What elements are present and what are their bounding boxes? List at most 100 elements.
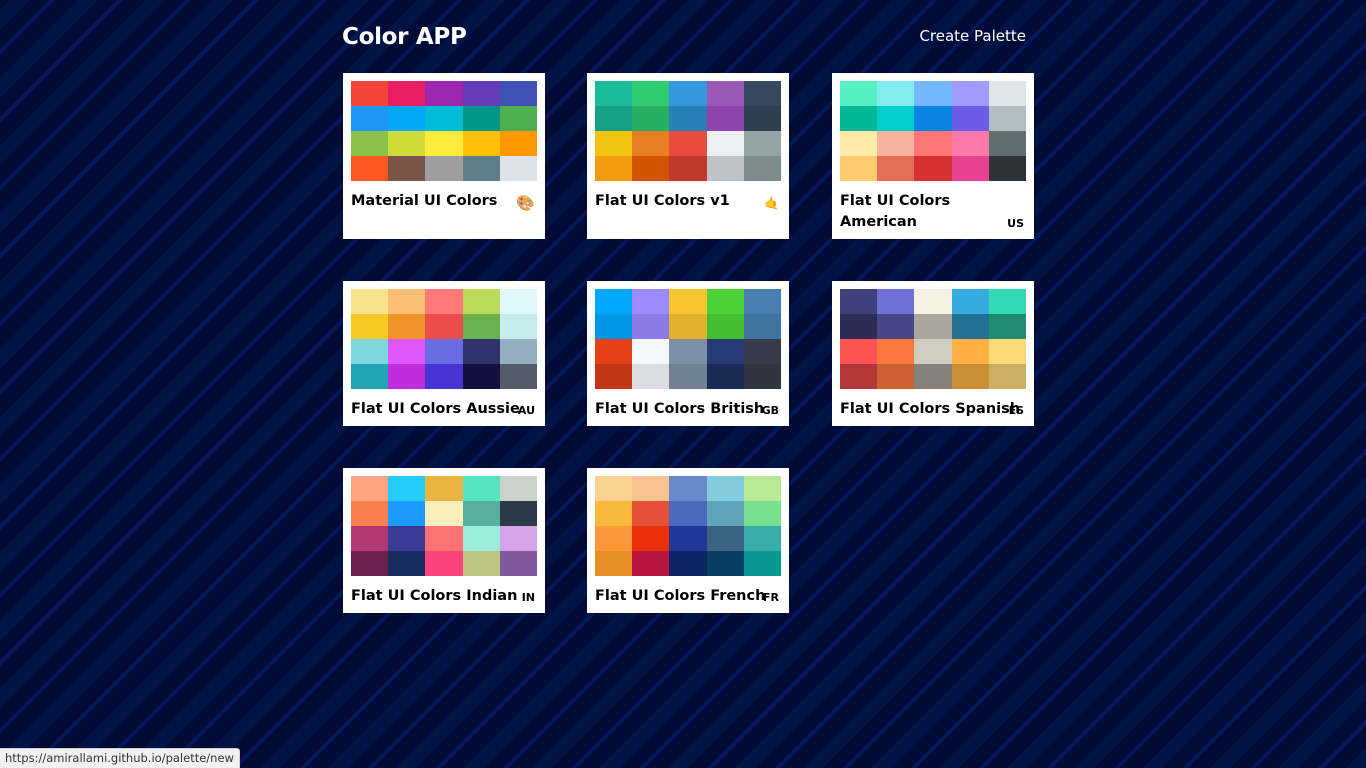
- color-swatch: [388, 339, 426, 364]
- color-swatch: [351, 289, 389, 314]
- color-swatch: [669, 156, 707, 181]
- color-swatch: [840, 364, 878, 389]
- color-swatch: [877, 131, 915, 156]
- color-swatch: [877, 364, 915, 389]
- color-swatch: [499, 81, 537, 106]
- color-swatch: [706, 364, 744, 389]
- color-swatch: [914, 81, 952, 106]
- color-swatch: [988, 156, 1026, 181]
- color-swatch: [499, 526, 537, 551]
- color-swatch: [706, 314, 744, 339]
- color-swatch: [951, 81, 989, 106]
- color-swatch: [595, 156, 633, 181]
- palette-emoji-icon: GB: [761, 404, 779, 417]
- palette-swatches: [595, 289, 781, 389]
- color-swatch: [743, 364, 781, 389]
- palette-card-material-ui[interactable]: Material UI Colors 🎨: [343, 73, 545, 239]
- color-swatch: [951, 289, 989, 314]
- color-swatch: [388, 551, 426, 576]
- palette-name: Flat UI Colors British: [595, 401, 765, 417]
- color-swatch: [840, 106, 878, 131]
- color-swatch: [388, 106, 426, 131]
- palette-emoji-icon: 🤙: [764, 196, 779, 210]
- color-swatch: [877, 289, 915, 314]
- color-swatch: [669, 289, 707, 314]
- color-swatch: [706, 131, 744, 156]
- color-swatch: [351, 131, 389, 156]
- color-swatch: [425, 106, 463, 131]
- palette-swatches: [351, 289, 537, 389]
- color-swatch: [988, 81, 1026, 106]
- color-swatch: [425, 156, 463, 181]
- color-swatch: [595, 81, 633, 106]
- color-swatch: [388, 81, 426, 106]
- color-swatch: [743, 476, 781, 501]
- color-swatch: [988, 106, 1026, 131]
- palette-card-footer: Flat UI Colors American US: [840, 191, 1026, 233]
- color-swatch: [595, 364, 633, 389]
- color-swatch: [462, 551, 500, 576]
- color-swatch: [877, 339, 915, 364]
- color-swatch: [388, 526, 426, 551]
- palette-name: Flat UI Colors Indian: [351, 588, 518, 604]
- color-swatch: [706, 81, 744, 106]
- color-swatch: [632, 156, 670, 181]
- palette-name: Flat UI Colors Aussie: [351, 401, 520, 417]
- palette-swatches: [595, 81, 781, 181]
- color-swatch: [388, 289, 426, 314]
- color-swatch: [425, 476, 463, 501]
- palette-name: Material UI Colors: [351, 193, 498, 209]
- color-swatch: [425, 551, 463, 576]
- color-swatch: [988, 339, 1026, 364]
- palette-name: Flat UI Colors v1: [595, 193, 730, 209]
- color-swatch: [706, 501, 744, 526]
- color-swatch: [951, 314, 989, 339]
- palette-card-flat-ui-spanish[interactable]: Flat UI Colors Spanish ES: [832, 281, 1034, 426]
- color-swatch: [425, 339, 463, 364]
- color-swatch: [595, 476, 633, 501]
- color-swatch: [388, 476, 426, 501]
- color-swatch: [743, 131, 781, 156]
- palette-card-footer: Flat UI Colors French FR: [595, 586, 781, 607]
- color-swatch: [706, 476, 744, 501]
- color-swatch: [595, 106, 633, 131]
- color-swatch: [988, 289, 1026, 314]
- color-swatch: [499, 501, 537, 526]
- palette-card-footer: Flat UI Colors Indian IN: [351, 586, 537, 607]
- palette-swatches: [351, 81, 537, 181]
- color-swatch: [351, 551, 389, 576]
- color-swatch: [840, 131, 878, 156]
- color-swatch: [706, 551, 744, 576]
- color-swatch: [499, 339, 537, 364]
- palette-card-footer: Flat UI Colors British GB: [595, 399, 781, 420]
- color-swatch: [669, 551, 707, 576]
- color-swatch: [951, 131, 989, 156]
- color-swatch: [351, 526, 389, 551]
- color-swatch: [425, 526, 463, 551]
- palette-card-flat-ui-indian[interactable]: Flat UI Colors Indian IN: [343, 468, 545, 613]
- color-swatch: [988, 314, 1026, 339]
- color-swatch: [632, 364, 670, 389]
- color-swatch: [595, 551, 633, 576]
- palette-card-flat-ui-french[interactable]: Flat UI Colors French FR: [587, 468, 789, 613]
- palette-emoji-icon: AU: [517, 404, 535, 417]
- create-palette-link[interactable]: Create Palette: [919, 26, 1026, 46]
- color-swatch: [877, 314, 915, 339]
- color-swatch: [951, 156, 989, 181]
- color-swatch: [706, 106, 744, 131]
- palette-card-flat-ui-v1[interactable]: Flat UI Colors v1 🤙: [587, 73, 789, 239]
- palette-card-flat-ui-british[interactable]: Flat UI Colors British GB: [587, 281, 789, 426]
- palette-card-flat-ui-american[interactable]: Flat UI Colors American US: [832, 73, 1034, 239]
- color-swatch: [632, 476, 670, 501]
- color-swatch: [595, 526, 633, 551]
- color-swatch: [669, 106, 707, 131]
- color-swatch: [425, 501, 463, 526]
- palette-swatches: [840, 81, 1026, 181]
- color-swatch: [499, 156, 537, 181]
- palette-card-flat-ui-aussie[interactable]: Flat UI Colors Aussie AU: [343, 281, 545, 426]
- color-swatch: [632, 501, 670, 526]
- color-swatch: [499, 364, 537, 389]
- color-swatch: [632, 551, 670, 576]
- color-swatch: [499, 476, 537, 501]
- color-swatch: [425, 364, 463, 389]
